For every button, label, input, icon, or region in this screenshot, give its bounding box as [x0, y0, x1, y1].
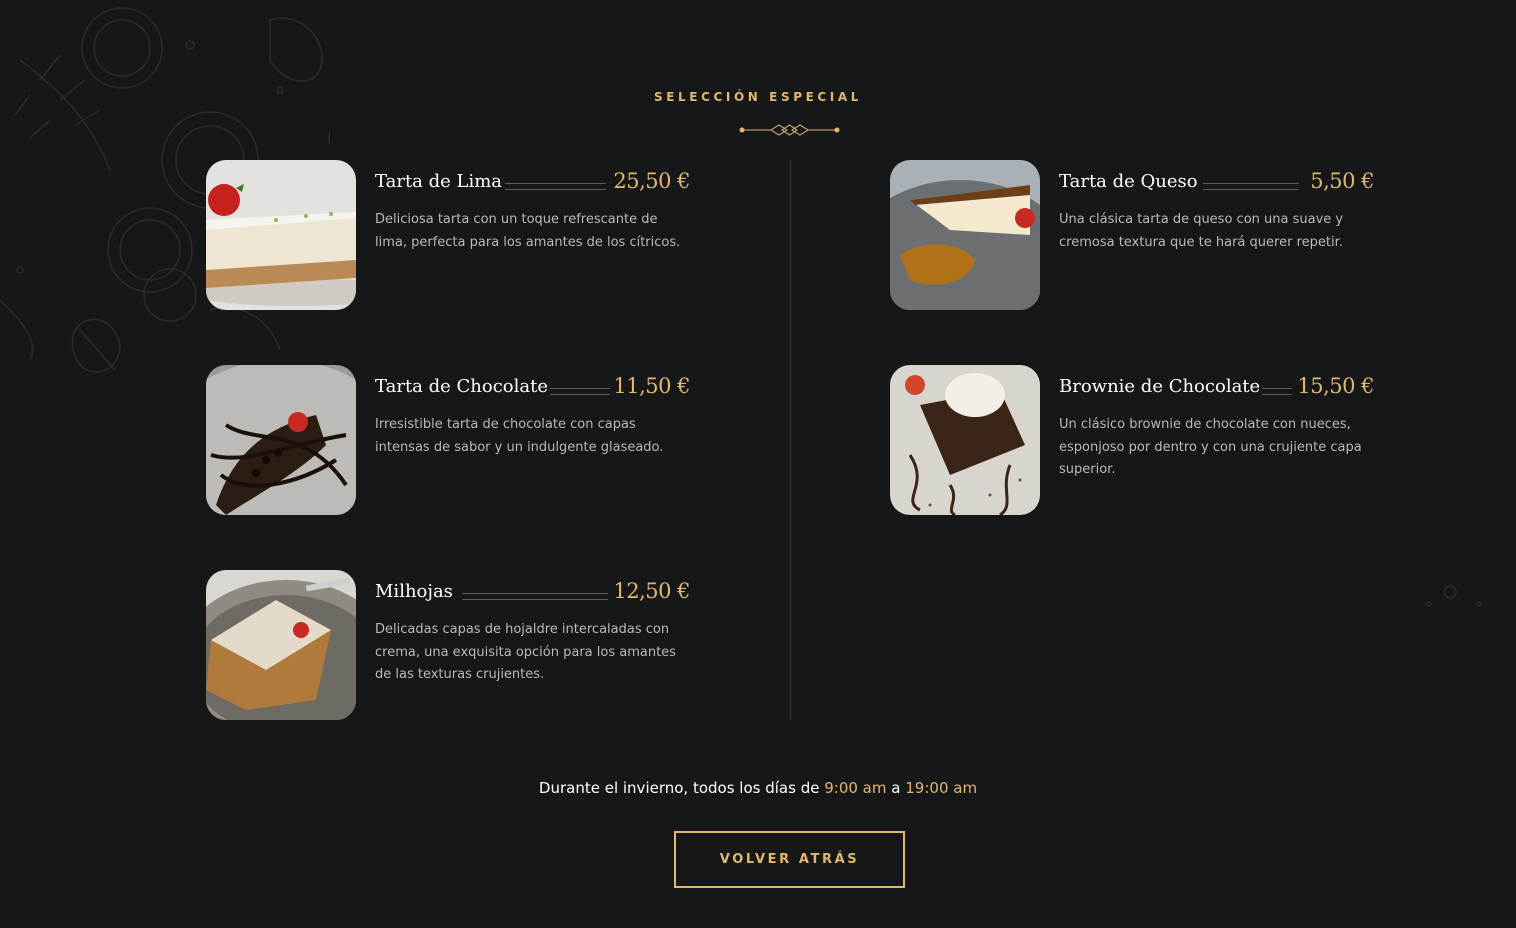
menu-item-tarta-de-chocolate[interactable]: Tarta de Chocolate 11,50 € Irresistible …: [206, 365, 690, 517]
hours-prefix: Durante el invierno, todos los días de: [538, 779, 820, 797]
price-leader-line: [1262, 388, 1292, 395]
dish-description: Irresistible tarta de chocolate con capa…: [375, 417, 664, 455]
dish-photo: [206, 160, 356, 310]
dish-description: Delicadas capas de hojaldre intercaladas…: [375, 622, 676, 682]
dish-price: 11,50 €: [613, 374, 690, 398]
dish-description: Una clásica tarta de queso con una suave…: [1059, 212, 1344, 250]
menu-item-milhojas[interactable]: Milhojas 12,50 € Delicadas capas de hoja…: [206, 570, 690, 722]
bubbles-doodle: [1426, 585, 1482, 607]
price-leader-line: [505, 183, 606, 190]
price-leader-line: [550, 388, 610, 395]
dish-photo: [206, 570, 356, 720]
dish-description: Un clásico brownie de chocolate con nuec…: [1059, 417, 1362, 477]
dish-name: Tarta de Chocolate: [375, 376, 549, 397]
price-leader-line: [462, 593, 608, 600]
menu-item-tarta-de-lima[interactable]: Tarta de Lima 25,50 € Deliciosa tarta co…: [206, 160, 690, 312]
dish-name: Tarta de Lima: [375, 171, 503, 192]
dish-price: 12,50 €: [613, 579, 690, 603]
dish-photo: [206, 365, 356, 515]
dish-photo: [890, 160, 1040, 310]
dish-name: Milhojas: [375, 581, 453, 602]
hours-end: 19:00 am: [905, 779, 978, 797]
hours-connector: a: [891, 779, 901, 797]
dish-price: 5,50 €: [1310, 169, 1374, 193]
ornament-divider: [739, 124, 840, 136]
back-button[interactable]: VOLVER ATRÁS: [674, 831, 905, 888]
menu-item-brownie-de-chocolate[interactable]: Brownie de Chocolate 15,50 € Un clásico …: [890, 365, 1374, 517]
dish-photo: [890, 365, 1040, 515]
dish-description: Deliciosa tarta con un toque refrescante…: [375, 212, 681, 250]
section-subtitle: SELECCIÓN ESPECIAL: [653, 90, 863, 104]
dish-name: Tarta de Queso: [1059, 171, 1198, 192]
hours-start: 9:00 am: [824, 779, 887, 797]
price-leader-line: [1203, 183, 1299, 190]
opening-hours: Durante el invierno, todos los días de 9…: [0, 779, 1516, 797]
dish-price: 25,50 €: [613, 169, 690, 193]
column-divider: [790, 160, 791, 720]
dish-price: 15,50 €: [1297, 374, 1374, 398]
dish-name: Brownie de Chocolate: [1059, 376, 1261, 397]
menu-item-tarta-de-queso[interactable]: Tarta de Queso 5,50 € Una clásica tarta …: [890, 160, 1374, 312]
